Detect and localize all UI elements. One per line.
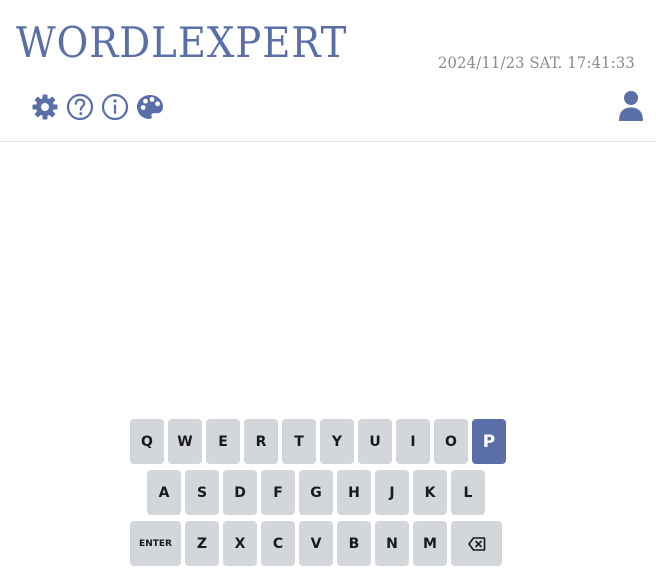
key-y[interactable]: Y	[320, 419, 354, 464]
page: WORDLEXPERT 2024/11/23 SAT. 17:41:33 Q W…	[0, 0, 656, 583]
key-h[interactable]: H	[337, 470, 371, 515]
key-u[interactable]: U	[358, 419, 392, 464]
info-icon	[101, 93, 129, 121]
user-button[interactable]	[617, 90, 645, 122]
toolbar-icons	[30, 92, 165, 122]
key-e[interactable]: E	[206, 419, 240, 464]
key-w[interactable]: W	[168, 419, 202, 464]
key-i[interactable]: I	[396, 419, 430, 464]
key-r[interactable]: R	[244, 419, 278, 464]
backspace-icon	[467, 536, 485, 551]
user-icon	[619, 91, 643, 121]
help-icon	[66, 93, 94, 121]
key-s[interactable]: S	[185, 470, 219, 515]
key-v[interactable]: V	[299, 521, 333, 566]
key-j[interactable]: J	[375, 470, 409, 515]
key-k[interactable]: K	[413, 470, 447, 515]
key-x[interactable]: X	[223, 521, 257, 566]
key-z[interactable]: Z	[185, 521, 219, 566]
key-g[interactable]: G	[299, 470, 333, 515]
key-l[interactable]: L	[451, 470, 485, 515]
key-b[interactable]: B	[337, 521, 371, 566]
key-enter[interactable]: ENTER	[130, 521, 181, 566]
keyboard-row-3: ENTER Z X C V B N M	[130, 521, 502, 566]
settings-button[interactable]	[30, 92, 60, 122]
datetime: 2024/11/23 SAT. 17:41:33	[438, 53, 635, 72]
gear-icon	[32, 94, 58, 120]
key-c[interactable]: C	[261, 521, 295, 566]
key-o[interactable]: O	[434, 419, 468, 464]
keyboard-row-2: ASDFGHJKL	[147, 470, 485, 515]
theme-button[interactable]	[135, 92, 165, 122]
logo: WORDLEXPERT	[16, 18, 348, 67]
key-q[interactable]: Q	[130, 419, 164, 464]
key-t[interactable]: T	[282, 419, 316, 464]
key-a[interactable]: A	[147, 470, 181, 515]
help-button[interactable]	[65, 92, 95, 122]
keyboard-row-1: QWERTYUIOP	[130, 419, 506, 464]
header: WORDLEXPERT 2024/11/23 SAT. 17:41:33	[0, 0, 656, 142]
key-m[interactable]: M	[413, 521, 447, 566]
key-f[interactable]: F	[261, 470, 295, 515]
key-backspace[interactable]	[451, 521, 502, 566]
info-button[interactable]	[100, 92, 130, 122]
key-p[interactable]: P	[472, 419, 506, 464]
key-n[interactable]: N	[375, 521, 409, 566]
palette-icon	[137, 95, 163, 119]
key-d[interactable]: D	[223, 470, 257, 515]
